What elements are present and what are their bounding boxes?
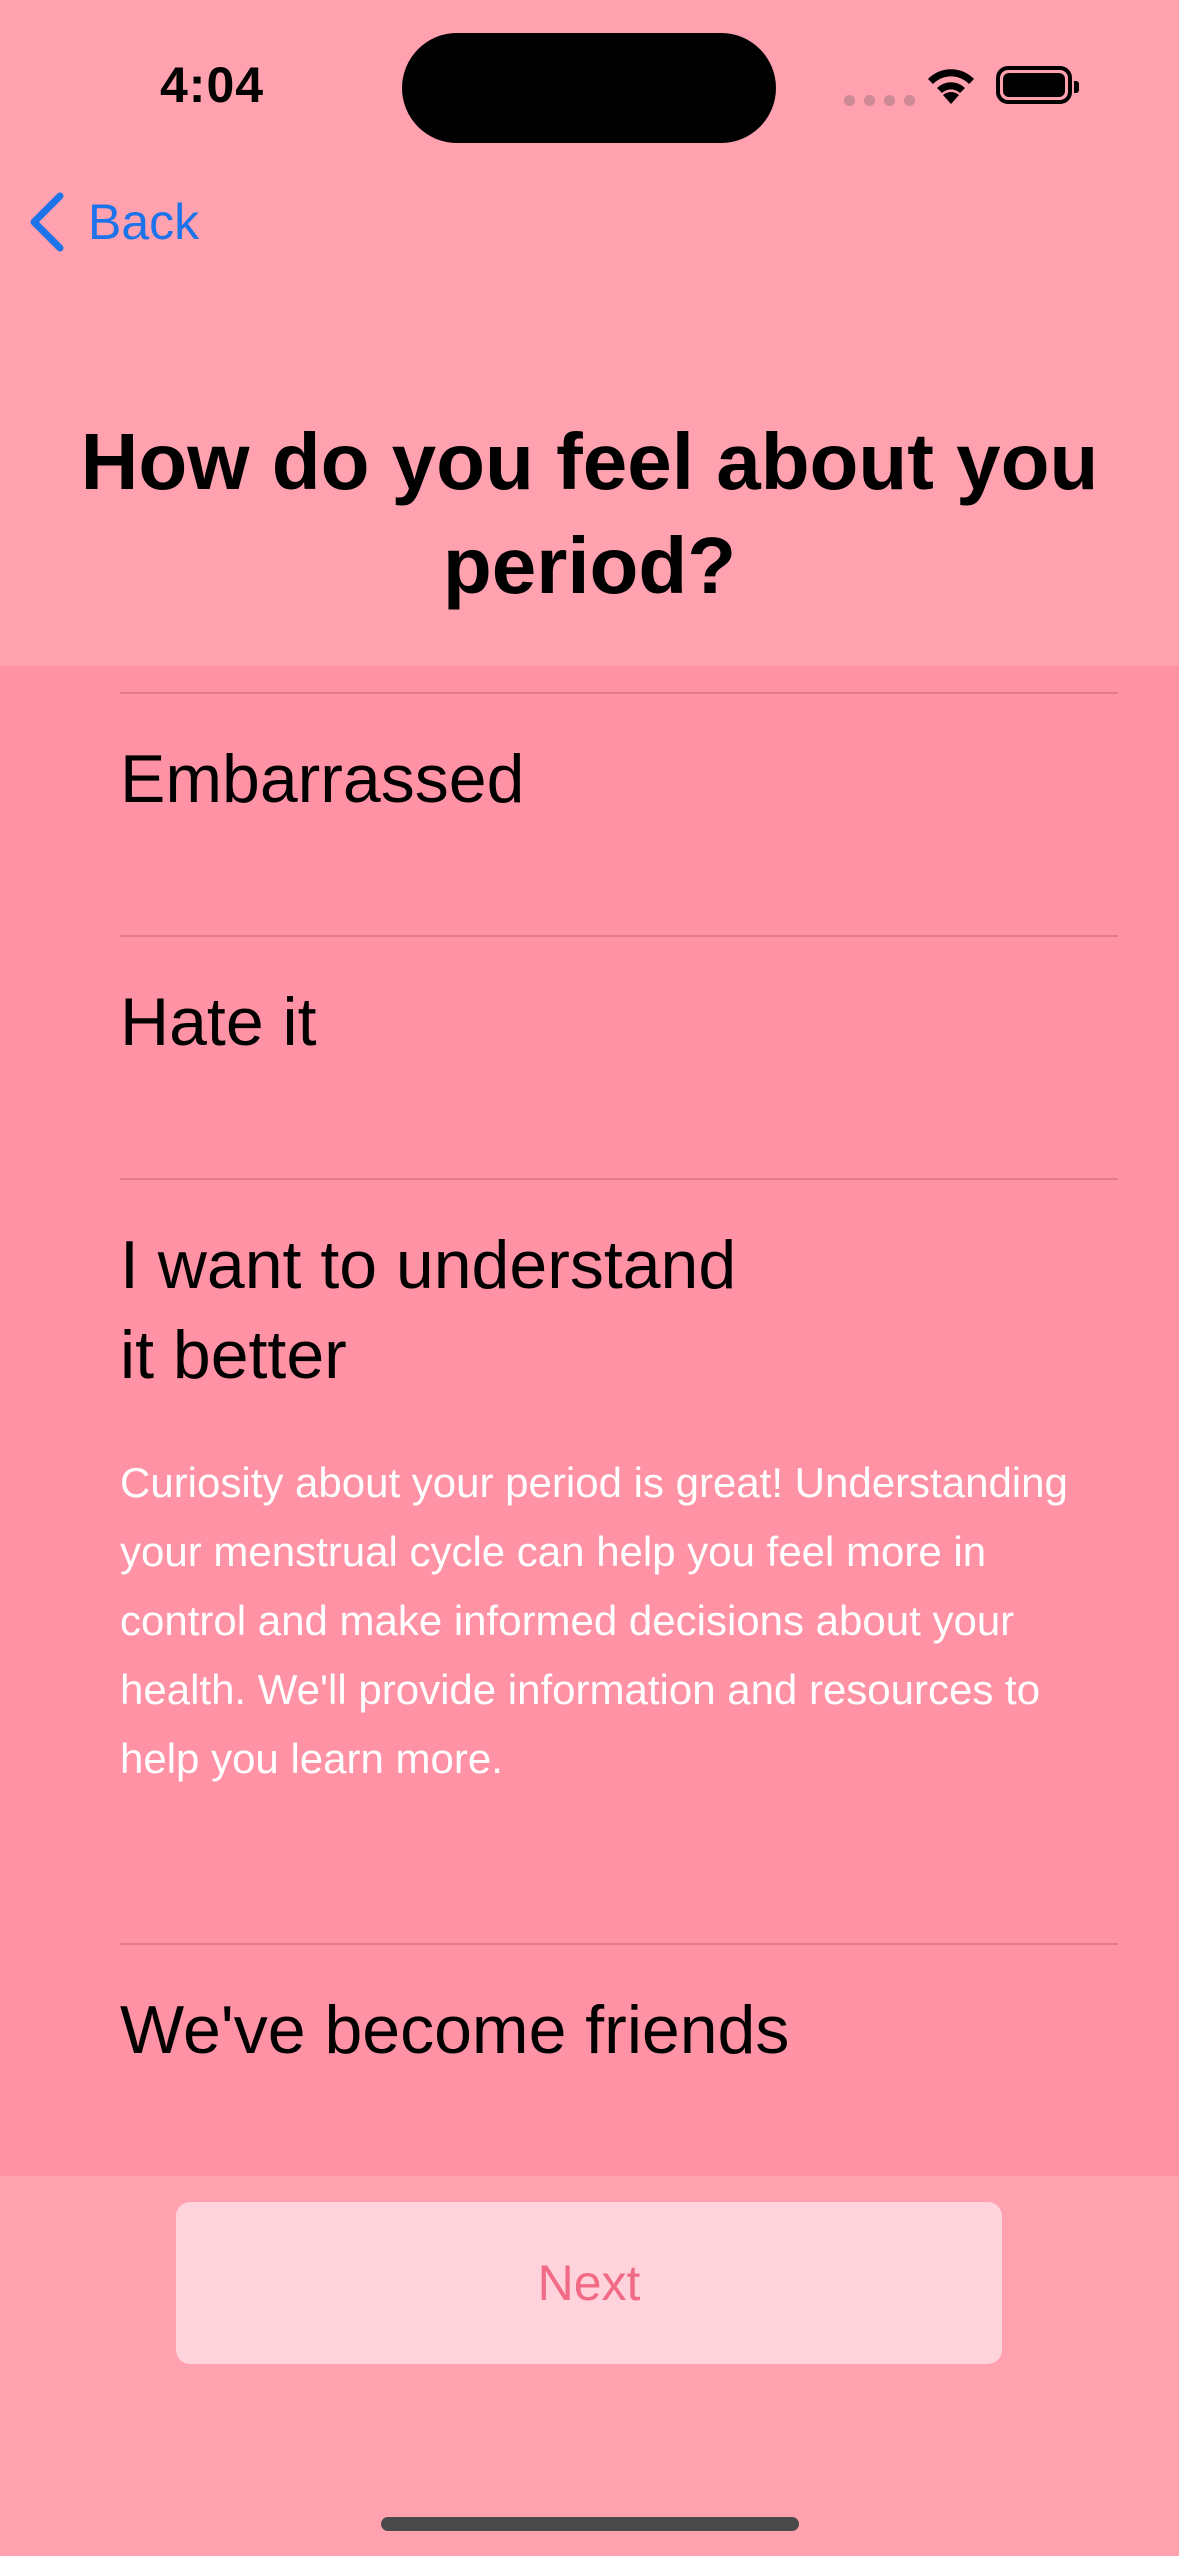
wifi-icon bbox=[928, 69, 974, 104]
option-label: I want to understand it better bbox=[120, 1227, 737, 1393]
option-description: Curiosity about your period is great! Un… bbox=[120, 1459, 1068, 1782]
back-label: Back bbox=[88, 194, 200, 250]
option-label: We've become friends bbox=[120, 1992, 790, 2068]
chevron-left-icon bbox=[30, 192, 64, 252]
back-button[interactable]: Back bbox=[24, 190, 199, 254]
battery-icon bbox=[996, 66, 1079, 104]
option-hate-it[interactable]: Hate it bbox=[120, 935, 1118, 1179]
option-label: Embarrassed bbox=[120, 741, 525, 817]
status-time: 4:04 bbox=[160, 57, 265, 113]
option-embarrassed[interactable]: Embarrassed bbox=[120, 692, 1118, 936]
option-label: Hate it bbox=[120, 984, 317, 1060]
option-understand-better[interactable]: I want to understand it better Curiosity… bbox=[120, 1178, 1118, 1946]
option-become-friends[interactable]: We've become friends bbox=[120, 1943, 1118, 2175]
home-indicator bbox=[381, 2517, 799, 2531]
status-bar: 4:04 bbox=[0, 0, 1179, 170]
options-list: Embarrassed Hate it I want to understand… bbox=[0, 666, 1179, 2176]
page-title: How do you feel about you period? bbox=[80, 417, 1099, 610]
dynamic-island bbox=[402, 33, 776, 143]
cellular-signal-icon bbox=[844, 95, 915, 106]
next-button[interactable]: Next bbox=[176, 2202, 1002, 2364]
